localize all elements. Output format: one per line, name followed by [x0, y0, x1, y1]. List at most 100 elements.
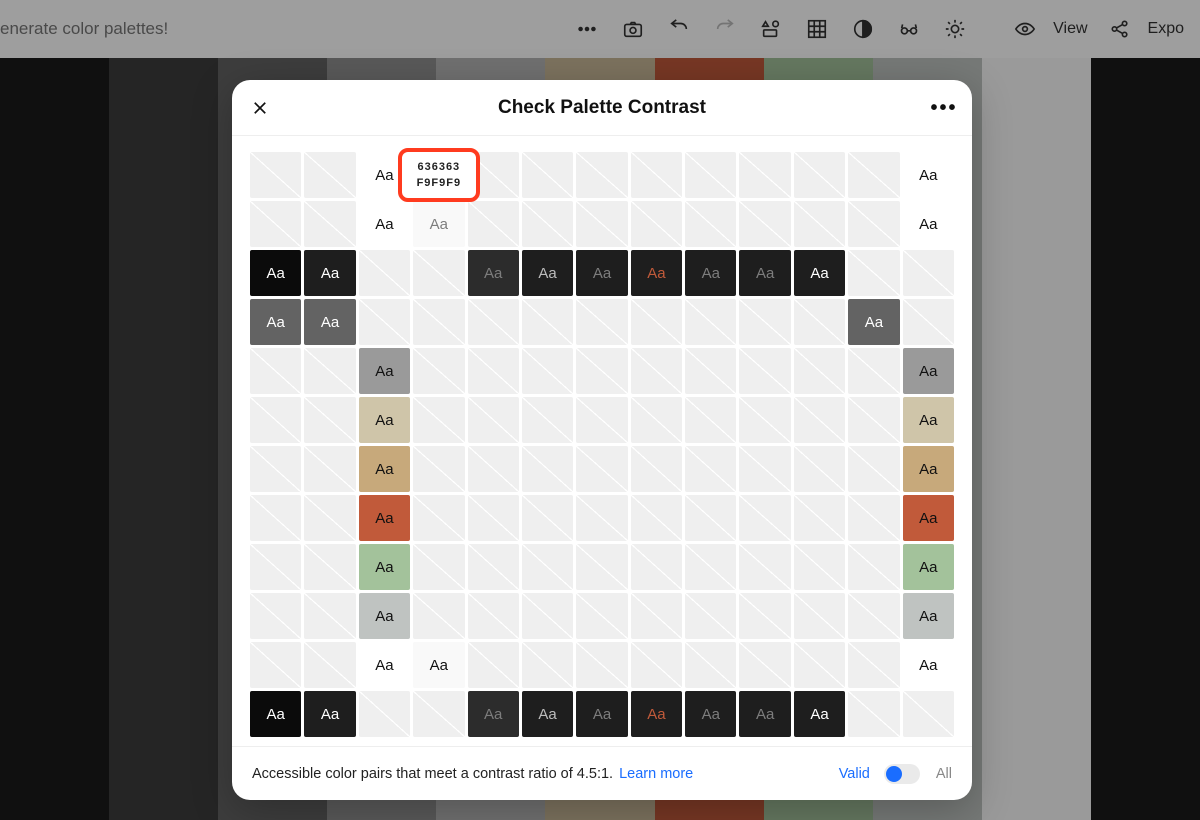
contrast-grid: AaAaAaAaAaAaAaAaAaAaAaAaAaAaAaAaAaAaAaAa…	[250, 152, 954, 737]
contrast-cell	[359, 299, 410, 345]
contrast-cell[interactable]: Aa	[250, 691, 301, 737]
contrast-cell[interactable]: Aa	[304, 299, 355, 345]
contrast-cell	[685, 495, 736, 541]
contrast-cell	[304, 593, 355, 639]
valid-all-toggle[interactable]	[884, 764, 920, 784]
contrast-cell	[739, 593, 790, 639]
valid-filter-label[interactable]: Valid	[839, 766, 870, 782]
contrast-cell[interactable]: Aa	[359, 544, 410, 590]
contrast-cell	[685, 446, 736, 492]
contrast-cell	[739, 201, 790, 247]
all-filter-label[interactable]: All	[936, 766, 952, 782]
contrast-cell[interactable]: Aa	[685, 691, 736, 737]
contrast-cell	[631, 299, 682, 345]
contrast-cell	[685, 152, 736, 198]
contrast-cell[interactable]: Aa	[903, 201, 954, 247]
contrast-cell[interactable]: Aa	[304, 691, 355, 737]
contrast-cell	[522, 348, 573, 394]
contrast-cell	[794, 348, 845, 394]
contrast-cell	[631, 593, 682, 639]
contrast-cell	[304, 446, 355, 492]
contrast-cell[interactable]: Aa	[250, 250, 301, 296]
contrast-cell[interactable]: Aa	[631, 691, 682, 737]
contrast-cell[interactable]: Aa	[359, 593, 410, 639]
contrast-cell	[794, 299, 845, 345]
contrast-cell	[739, 642, 790, 688]
contrast-cell	[794, 397, 845, 443]
contrast-cell[interactable]: Aa	[794, 250, 845, 296]
contrast-cell	[576, 642, 627, 688]
contrast-cell	[848, 642, 899, 688]
contrast-cell[interactable]: Aa	[359, 446, 410, 492]
contrast-cell[interactable]: Aa	[359, 201, 410, 247]
contrast-cell	[794, 495, 845, 541]
contrast-cell	[522, 152, 573, 198]
learn-more-link[interactable]: Learn more	[619, 766, 693, 782]
contrast-cell[interactable]: Aa	[903, 152, 954, 198]
contrast-cell[interactable]: Aa	[468, 691, 519, 737]
contrast-cell	[413, 593, 464, 639]
contrast-cell	[631, 544, 682, 590]
contrast-cell	[685, 593, 736, 639]
contrast-cell	[304, 495, 355, 541]
contrast-cell	[250, 201, 301, 247]
modal-title: Check Palette Contrast	[498, 97, 706, 119]
modal-body: AaAaAaAaAaAaAaAaAaAaAaAaAaAaAaAaAaAaAaAa…	[232, 136, 972, 746]
contrast-cell	[413, 250, 464, 296]
contrast-cell	[685, 397, 736, 443]
contrast-cell	[685, 299, 736, 345]
contrast-cell[interactable]: Aa	[739, 250, 790, 296]
close-icon[interactable]	[246, 94, 274, 122]
contrast-cell[interactable]: Aa	[903, 495, 954, 541]
contrast-cell[interactable]: Aa	[304, 250, 355, 296]
contrast-cell[interactable]: Aa	[903, 544, 954, 590]
contrast-cell	[413, 544, 464, 590]
contrast-cell[interactable]: Aa	[359, 348, 410, 394]
contrast-cell	[739, 544, 790, 590]
contrast-cell[interactable]: Aa	[685, 250, 736, 296]
contrast-cell	[631, 495, 682, 541]
contrast-cell	[413, 691, 464, 737]
contrast-cell	[359, 250, 410, 296]
contrast-cell	[468, 152, 519, 198]
contrast-cell	[250, 348, 301, 394]
contrast-cell	[304, 152, 355, 198]
contrast-cell[interactable]: Aa	[739, 691, 790, 737]
contrast-cell[interactable]: Aa	[413, 201, 464, 247]
contrast-cell[interactable]: Aa	[359, 397, 410, 443]
contrast-cell	[739, 397, 790, 443]
contrast-cell[interactable]: Aa	[903, 397, 954, 443]
contrast-cell[interactable]: Aa	[903, 446, 954, 492]
modal-more-icon[interactable]: •••	[930, 94, 958, 122]
contrast-cell	[794, 201, 845, 247]
contrast-cell[interactable]: Aa	[468, 250, 519, 296]
contrast-cell	[304, 348, 355, 394]
contrast-cell[interactable]: Aa	[576, 691, 627, 737]
contrast-cell	[468, 299, 519, 345]
contrast-cell	[685, 201, 736, 247]
contrast-cell[interactable]: Aa	[522, 691, 573, 737]
contrast-cell[interactable]: Aa	[359, 642, 410, 688]
contrast-cell[interactable]: Aa	[903, 348, 954, 394]
contrast-cell	[413, 446, 464, 492]
contrast-cell	[739, 446, 790, 492]
contrast-cell[interactable]: Aa	[903, 593, 954, 639]
contrast-cell[interactable]: Aa	[522, 250, 573, 296]
contrast-cell	[576, 446, 627, 492]
contrast-cell[interactable]: Aa	[903, 642, 954, 688]
contrast-cell[interactable]: Aa	[413, 152, 464, 198]
contrast-cell	[304, 642, 355, 688]
contrast-cell	[739, 152, 790, 198]
contrast-cell	[468, 348, 519, 394]
contrast-cell[interactable]: Aa	[413, 642, 464, 688]
contrast-cell[interactable]: Aa	[794, 691, 845, 737]
contrast-cell[interactable]: Aa	[576, 250, 627, 296]
contrast-cell[interactable]: Aa	[848, 299, 899, 345]
contrast-cell	[739, 495, 790, 541]
contrast-cell	[685, 642, 736, 688]
contrast-cell	[468, 593, 519, 639]
contrast-cell[interactable]: Aa	[250, 299, 301, 345]
contrast-cell[interactable]: Aa	[359, 495, 410, 541]
contrast-cell[interactable]: Aa	[359, 152, 410, 198]
contrast-cell[interactable]: Aa	[631, 250, 682, 296]
